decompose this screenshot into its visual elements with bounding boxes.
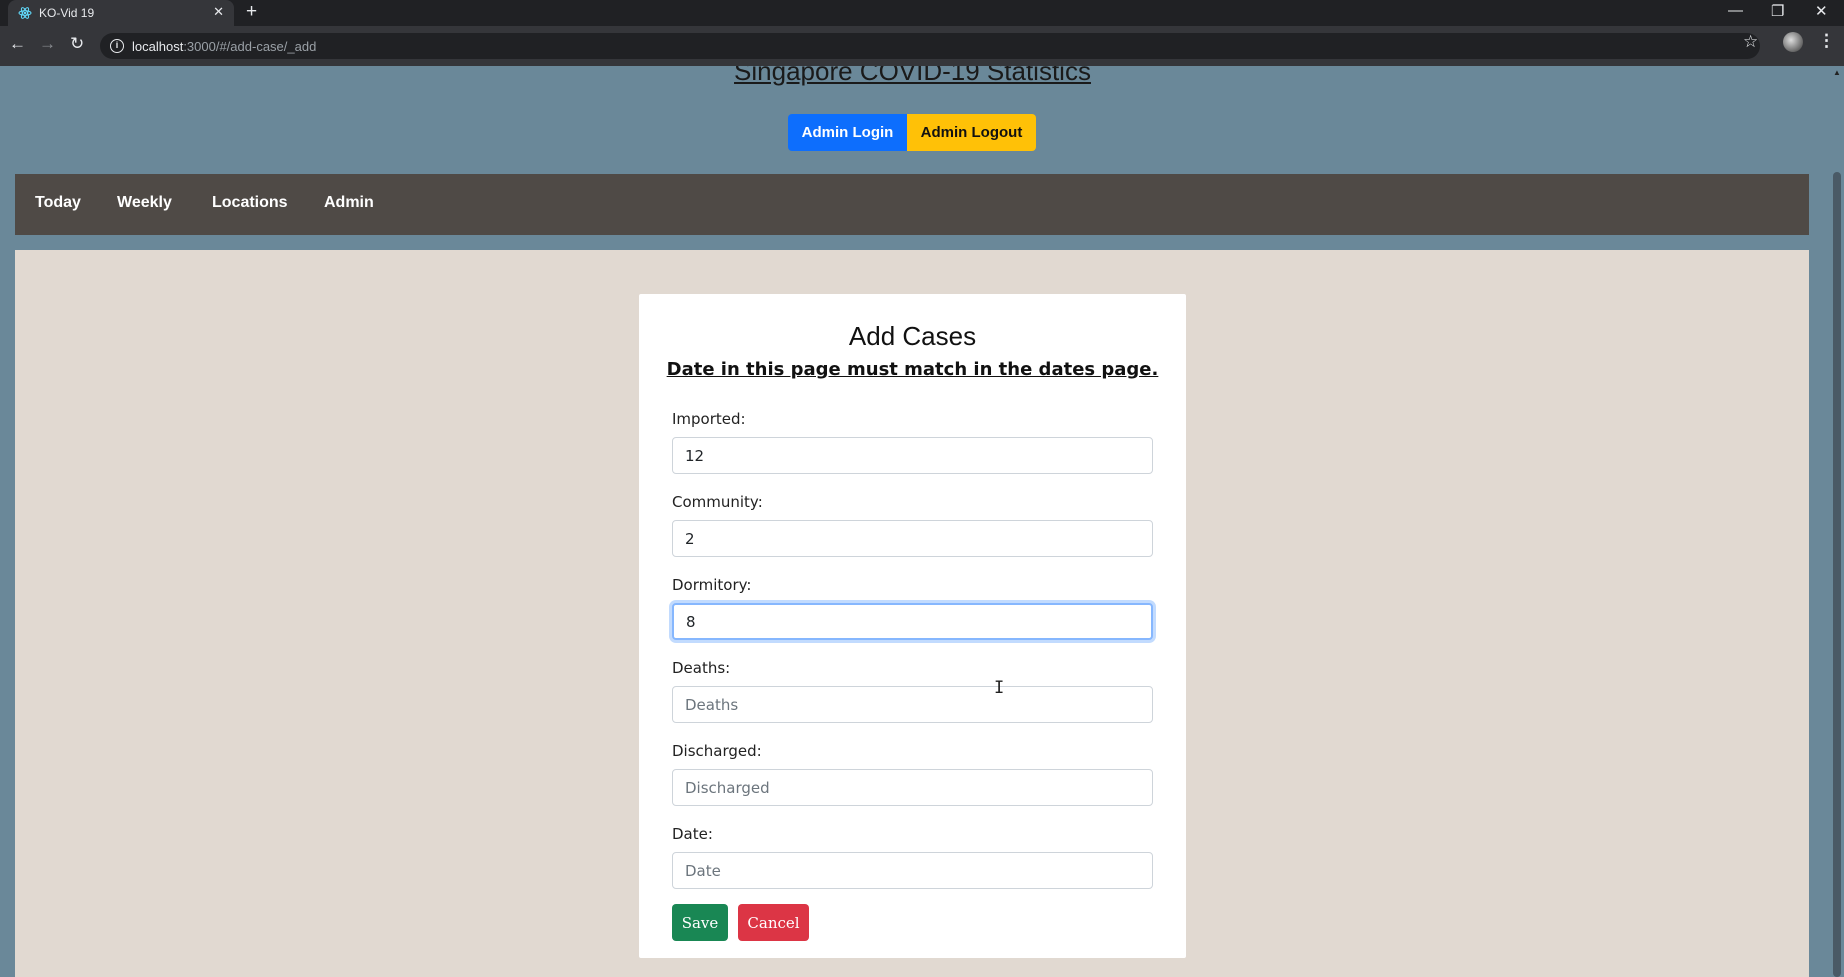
minimize-icon[interactable]: —: [1728, 2, 1743, 19]
cancel-button[interactable]: Cancel: [738, 904, 809, 941]
react-icon: [18, 7, 32, 19]
main-navbar: Today Weekly Locations Admin: [15, 174, 1809, 235]
new-tab-icon[interactable]: +: [246, 1, 257, 23]
address-bar[interactable]: i localhost:3000/#/add-case/_add: [100, 33, 1760, 59]
dormitory-label: Dormitory:: [672, 576, 752, 594]
site-info-icon[interactable]: i: [110, 39, 124, 53]
window-close-icon[interactable]: ✕: [1815, 2, 1828, 20]
form-subtitle: Date in this page must match in the date…: [666, 359, 1159, 380]
forward-icon[interactable]: →: [39, 34, 56, 54]
site-title[interactable]: Singapore COVID-19 Statistics: [0, 66, 1825, 87]
imported-label: Imported:: [672, 410, 746, 428]
page-scrollbar[interactable]: ▲: [1830, 66, 1844, 977]
scrollbar-thumb[interactable]: [1833, 172, 1841, 977]
nav-locations[interactable]: Locations: [212, 194, 288, 212]
scroll-up-icon[interactable]: ▲: [1833, 68, 1841, 77]
restore-icon[interactable]: ❐: [1771, 2, 1784, 20]
profile-avatar[interactable]: [1783, 32, 1803, 52]
community-label: Community:: [672, 493, 763, 511]
browser-menu-icon[interactable]: ⋮: [1818, 31, 1835, 51]
save-button[interactable]: Save: [672, 904, 728, 941]
form-title: Add Cases: [848, 321, 977, 351]
url-text: localhost:3000/#/add-case/_add: [132, 39, 316, 54]
deaths-input[interactable]: [672, 686, 1153, 723]
browser-toolbar: ← → ↻ i localhost:3000/#/add-case/_add ☆…: [0, 26, 1844, 66]
tab-title: KO-Vid 19: [39, 6, 95, 20]
url-path: :3000/#/add-case/_add: [183, 39, 317, 54]
tab-close-icon[interactable]: ✕: [213, 4, 224, 20]
url-host: localhost: [132, 39, 184, 54]
browser-tab[interactable]: KO-Vid 19 ✕: [8, 0, 234, 26]
date-label: Date:: [672, 825, 713, 843]
dormitory-input[interactable]: [672, 603, 1153, 640]
browser-tab-bar: KO-Vid 19 ✕ + — ❐ ✕: [0, 0, 1844, 26]
add-cases-card: Add Cases Date in this page must match i…: [639, 294, 1186, 958]
nav-weekly[interactable]: Weekly: [117, 194, 172, 212]
reload-icon[interactable]: ↻: [70, 34, 84, 54]
content-area: Add Cases Date in this page must match i…: [15, 250, 1809, 977]
page-viewport: Singapore COVID-19 Statistics Admin Logi…: [0, 66, 1844, 977]
community-input[interactable]: [672, 520, 1153, 557]
bookmark-star-icon[interactable]: ☆: [1743, 32, 1758, 52]
back-icon[interactable]: ←: [9, 34, 26, 54]
imported-input[interactable]: [672, 437, 1153, 474]
discharged-label: Discharged:: [672, 742, 762, 760]
nav-today[interactable]: Today: [35, 194, 81, 212]
date-input[interactable]: [672, 852, 1153, 889]
nav-admin[interactable]: Admin: [324, 194, 374, 212]
text-cursor-icon: I: [994, 678, 1005, 698]
admin-logout-button[interactable]: Admin Logout: [907, 114, 1036, 151]
deaths-label: Deaths:: [672, 659, 731, 677]
discharged-input[interactable]: [672, 769, 1153, 806]
admin-login-button[interactable]: Admin Login: [788, 114, 907, 151]
